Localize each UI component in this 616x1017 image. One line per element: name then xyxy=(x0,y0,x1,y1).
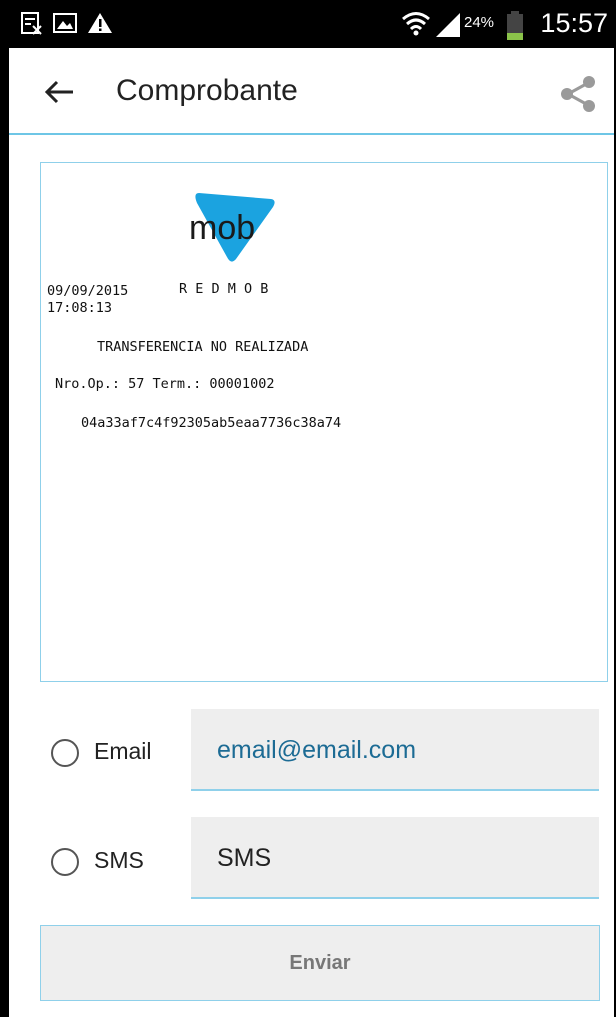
no-sim-icon xyxy=(21,12,43,41)
back-button[interactable] xyxy=(37,70,81,114)
sms-field[interactable]: SMS xyxy=(191,817,599,899)
screen: 24% 15:57 Comprobante mob 09/09/2015 R E… xyxy=(9,0,614,1017)
signal-icon xyxy=(434,12,462,43)
receipt-panel: mob 09/09/2015 R E D M O B 17:08:13 TRAN… xyxy=(40,162,608,682)
app-bar: Comprobante xyxy=(9,48,614,135)
mob-logo: mob xyxy=(181,183,281,263)
receipt-status: TRANSFERENCIA NO REALIZADA xyxy=(97,339,309,355)
page-title: Comprobante xyxy=(116,74,298,107)
email-field[interactable]: email@email.com xyxy=(191,709,599,791)
email-label: Email xyxy=(94,738,152,764)
logo-text: mob xyxy=(189,209,255,247)
receipt-hash: 04a33af7c4f92305ab5eaa7736c38a74 xyxy=(81,415,342,431)
receipt-time: 17:08:13 xyxy=(47,300,113,316)
sms-radio[interactable] xyxy=(51,848,79,876)
share-button[interactable] xyxy=(556,72,600,116)
share-icon xyxy=(561,76,595,112)
battery-icon xyxy=(506,11,524,46)
arrow-left-icon xyxy=(44,80,73,104)
warning-icon xyxy=(87,12,113,39)
wifi-icon xyxy=(401,10,431,43)
image-icon xyxy=(53,12,77,39)
send-button[interactable]: Enviar xyxy=(40,925,600,1001)
receipt-operation: Nro.Op.: 57 Term.: 00001002 xyxy=(55,376,275,392)
receipt-date: 09/09/2015 xyxy=(47,283,129,299)
clock: 15:57 xyxy=(540,8,608,38)
battery-percent: 24% xyxy=(464,14,495,31)
email-radio[interactable] xyxy=(51,739,79,767)
status-bar: 24% 15:57 xyxy=(9,0,614,48)
receipt-brand: R E D M O B xyxy=(179,281,269,297)
sms-label: SMS xyxy=(94,847,144,873)
